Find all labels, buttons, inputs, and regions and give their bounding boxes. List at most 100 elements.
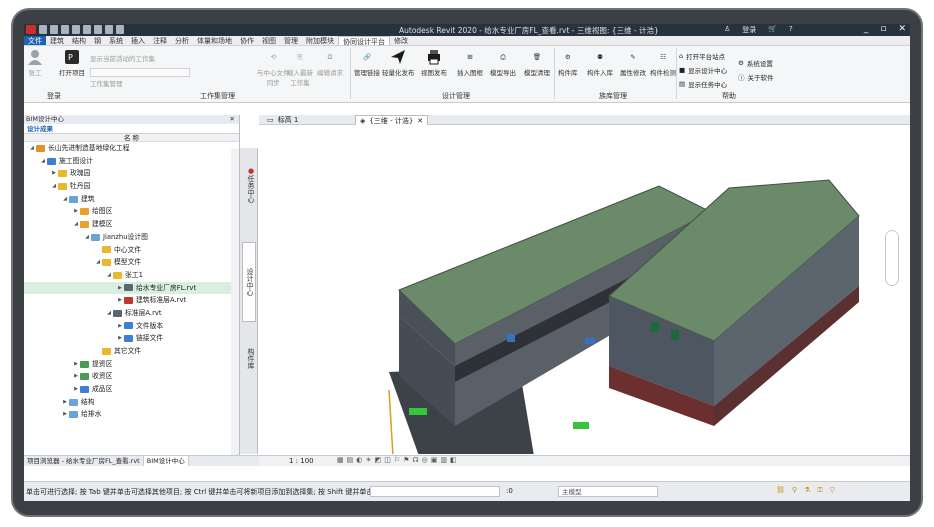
model-selector[interactable]: 主模型 (558, 486, 658, 497)
tree-node[interactable]: ◢ 建模区 (24, 218, 239, 231)
revit-logo-icon[interactable] (26, 25, 36, 34)
tab-project-browser[interactable]: 项目浏览器 - 给水专业厂房FL_查看.rvt (24, 456, 144, 466)
expand-toggle-icon[interactable]: ▶ (116, 294, 124, 307)
menu-tab-2[interactable]: 结构 (68, 36, 90, 45)
expand-toggle-icon[interactable]: ◢ (72, 218, 80, 231)
user-button[interactable]: 张工 (27, 49, 43, 77)
workset-manage-button[interactable]: 工作集管理 (90, 78, 123, 88)
tree-node[interactable]: ▶ 建筑标准层A.rvt (24, 294, 239, 307)
tab-3d-view[interactable]: ◈ {三维 - 计浩} ✕ (355, 115, 429, 125)
tree-node[interactable]: 其它文件 (24, 345, 239, 358)
show-tasks-link[interactable]: ▤ 显示任务中心 (679, 79, 727, 89)
status-field[interactable] (370, 486, 500, 497)
tab-level-1[interactable]: ▭ 标高 1 (263, 115, 302, 125)
expand-toggle-icon[interactable]: ▶ (72, 205, 80, 218)
tree-node[interactable]: ▶ 给水专业厂房FL.rvt (24, 281, 239, 295)
funnel-icon[interactable]: ▽ (830, 486, 835, 495)
3d-view-icon[interactable] (116, 25, 124, 34)
measure-icon[interactable] (94, 25, 102, 34)
pin-icon[interactable]: ⚲ (792, 486, 797, 495)
open-site-link[interactable]: ⌂ 打开平台站点 (679, 51, 725, 61)
tree-node[interactable]: ◢ 牡丹园 (24, 180, 239, 193)
minimize-icon[interactable]: _ (864, 24, 869, 34)
tree-scrollbar[interactable] (231, 149, 239, 455)
component-import-button[interactable]: ⚉ 构件入库 (587, 49, 613, 77)
tree-node[interactable]: ◢ 模型文件 (24, 256, 239, 269)
expand-toggle-icon[interactable]: ▶ (116, 282, 124, 295)
expand-toggle-icon[interactable]: ▶ (72, 370, 80, 383)
expand-toggle-icon[interactable]: ◢ (105, 307, 113, 320)
system-settings-link[interactable]: ⚙ 系统设置 (738, 58, 773, 68)
workset-dropdown[interactable] (90, 68, 190, 77)
component-library-button[interactable]: ⚙ 构件库 (558, 49, 578, 77)
text-icon[interactable] (105, 25, 113, 34)
menu-tab-8[interactable]: 体量和场地 (193, 36, 236, 45)
tree-node[interactable]: ◢ 长山先进制造基地绿化工程 (24, 142, 239, 155)
expand-toggle-icon[interactable]: ▶ (116, 332, 124, 345)
tab-task-center[interactable]: ●任务中心 (242, 154, 256, 216)
menu-tab-6[interactable]: 注释 (149, 36, 171, 45)
insert-frame-button[interactable]: ⊞ 插入图框 (457, 49, 483, 77)
tree-node[interactable]: 中心文件 (24, 244, 239, 257)
menu-tab-12[interactable]: 附加模块 (302, 36, 338, 45)
user-icon[interactable]: ♙ (724, 25, 730, 35)
tree-node[interactable]: ◢ 张工1 (24, 269, 239, 282)
expand-toggle-icon[interactable]: ◢ (83, 231, 91, 244)
show-active-workset[interactable]: 显示当前活动的工作集 (90, 53, 155, 63)
tree-node[interactable]: ▶ 结构 (24, 396, 239, 409)
menu-tab-1[interactable]: 建筑 (46, 36, 68, 45)
menu-tab-14[interactable]: 修改 (390, 36, 412, 45)
property-edit-button[interactable]: ✎ 属性修改 (620, 49, 646, 77)
menu-tab-13[interactable]: 协同设计平台 (338, 36, 390, 46)
close-icon[interactable]: ✕ (417, 116, 423, 125)
show-center-link[interactable]: ■ 显示设计中心 (679, 65, 727, 75)
tree-node[interactable]: ▶ 链接文件 (24, 332, 239, 345)
tree-node[interactable]: ◢ 施工图设计 (24, 155, 239, 168)
tree-node[interactable]: ▶ 文件版本 (24, 320, 239, 333)
column-header-name[interactable]: 名 称 (24, 134, 239, 142)
tab-component-library[interactable]: 构件库 (242, 338, 256, 378)
sync-button[interactable]: ⟲ 与中心文件 同步 (257, 49, 290, 87)
restore-icon[interactable]: ▫ (880, 24, 886, 34)
menu-tab-10[interactable]: 视图 (258, 36, 280, 45)
save-icon[interactable] (50, 25, 58, 34)
expand-toggle-icon[interactable]: ◢ (105, 269, 113, 282)
tree-node[interactable]: ▶ 给排水 (24, 408, 239, 421)
view-scale[interactable]: 1 : 100 (289, 457, 314, 465)
tab-design-center[interactable]: 设计中心 (242, 242, 256, 322)
menu-tab-9[interactable]: 协作 (236, 36, 258, 45)
help-icon[interactable]: ? (789, 25, 793, 35)
tree-node[interactable]: ▶ 收资区 (24, 370, 239, 383)
tab-bim-center[interactable]: BIM设计中心 (143, 456, 189, 466)
view-publish-button[interactable]: 视图发布 (421, 49, 447, 77)
expand-toggle-icon[interactable]: ◢ (39, 155, 47, 168)
expand-toggle-icon[interactable]: ◢ (50, 180, 58, 193)
print-icon[interactable] (83, 25, 91, 34)
undo-icon[interactable] (61, 25, 69, 34)
menu-tab-0[interactable]: 文件 (24, 36, 46, 45)
tree-node[interactable]: ▶ 玫瑰园 (24, 167, 239, 180)
tree-node[interactable]: ◢ 建筑 (24, 193, 239, 206)
menu-tab-11[interactable]: 管理 (280, 36, 302, 45)
expand-toggle-icon[interactable]: ▶ (116, 320, 124, 333)
model-export-button[interactable]: ⎙ 模型导出 (490, 49, 516, 78)
about-link[interactable]: ⓘ 关于软件 (738, 72, 774, 82)
menu-tab-7[interactable]: 分析 (171, 36, 193, 45)
model-clean-button[interactable]: 🗑 模型清理 (524, 49, 550, 77)
3d-viewport[interactable]: 右 (259, 126, 910, 457)
menu-tab-3[interactable]: 钢 (90, 36, 105, 45)
expand-toggle-icon[interactable]: ▶ (61, 396, 69, 409)
load-latest-button[interactable]: ⎘ 载入最新 工作集 (287, 49, 313, 88)
component-check-button[interactable]: ☷ 构件检测 (650, 49, 676, 77)
cart-icon[interactable]: 🛒 (768, 25, 777, 35)
login-link[interactable]: 登录 (742, 25, 756, 35)
tree-node[interactable]: ◢ Jianzhu设计图 (24, 231, 239, 244)
light-publish-button[interactable]: 轻量化发布 (382, 49, 415, 77)
expand-toggle-icon[interactable]: ◢ (94, 256, 102, 269)
expand-toggle-icon[interactable]: ▶ (72, 358, 80, 371)
expand-toggle-icon[interactable]: ▶ (50, 167, 58, 180)
tree-node[interactable]: ▶ 提资区 (24, 358, 239, 371)
tree-node[interactable]: ◢ 标准层A.rvt (24, 307, 239, 320)
menu-tab-4[interactable]: 系统 (105, 36, 127, 45)
lock-icon[interactable]: ⚿ (817, 486, 822, 495)
